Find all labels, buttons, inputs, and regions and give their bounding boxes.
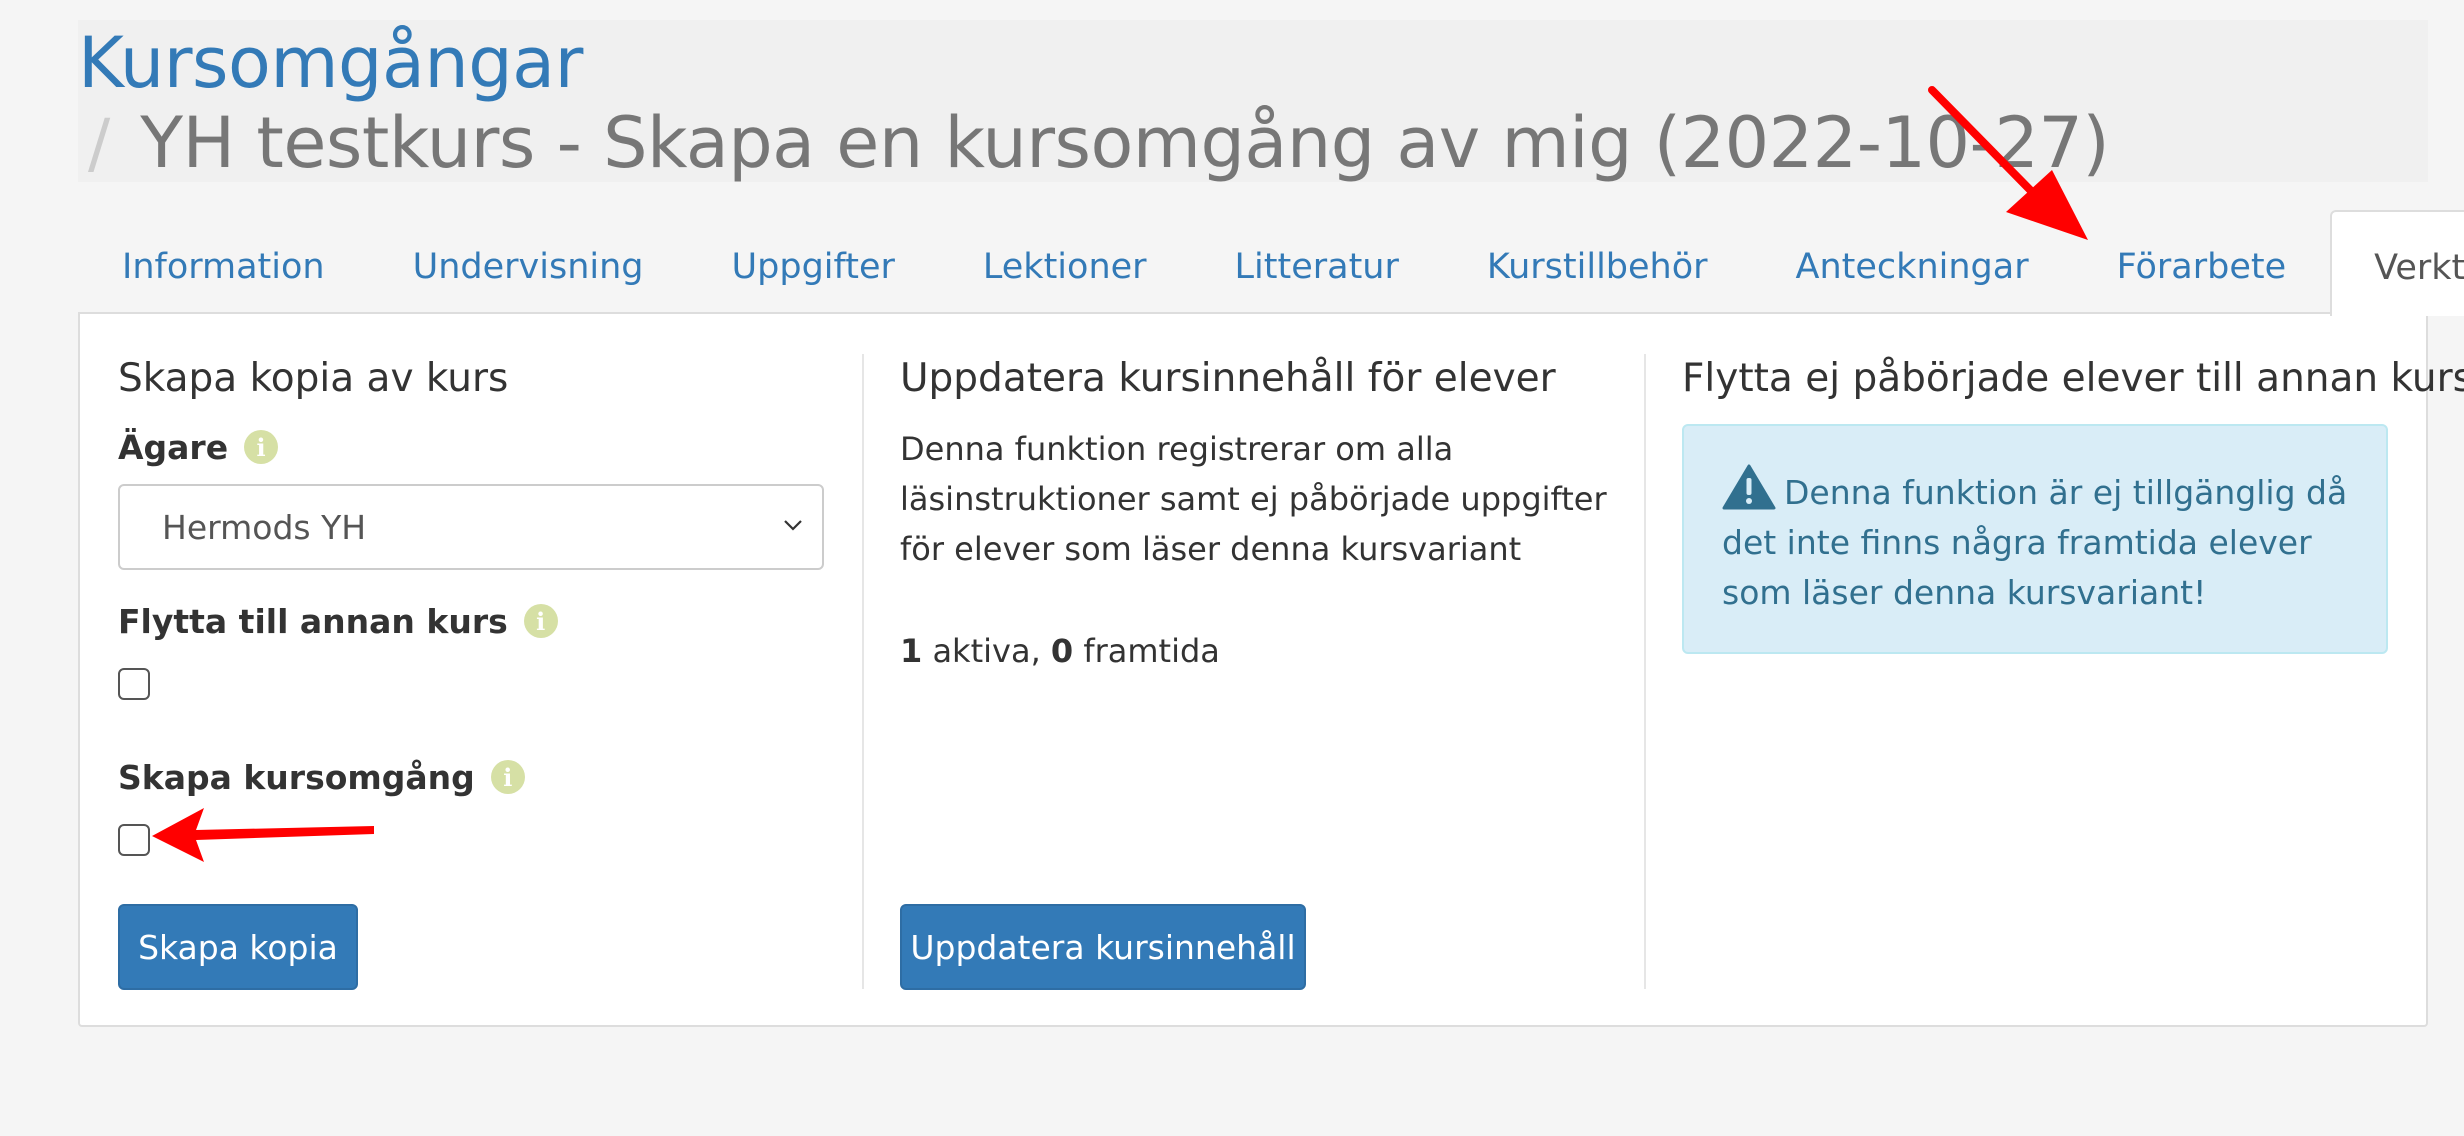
update-content-button[interactable]: Uppdatera kursinnehåll [900, 904, 1306, 990]
update-section-title: Uppdatera kursinnehåll för elever [900, 356, 1556, 401]
owner-label-row: Ägare i [118, 424, 279, 470]
tab-uppgifter[interactable]: Uppgifter [688, 210, 939, 314]
copy-section-title: Skapa kopia av kurs [118, 356, 509, 401]
update-content-section: Uppdatera kursinnehåll för elever Denna … [900, 314, 1620, 1025]
info-icon[interactable]: i [244, 430, 279, 464]
create-round-label: Skapa kursomgång [118, 757, 475, 797]
info-icon[interactable]: i [490, 760, 525, 794]
move-label: Flytta till annan kurs [118, 601, 508, 641]
breadcrumb-separator: / [88, 104, 111, 182]
create-round-label-row: Skapa kursomgång i [118, 754, 525, 800]
create-round-checkbox[interactable] [118, 824, 150, 856]
tab-undervisning[interactable]: Undervisning [369, 210, 688, 314]
active-count: 1 [900, 632, 923, 670]
tab-lektioner[interactable]: Lektioner [939, 210, 1191, 314]
tab-forarbete[interactable]: Förarbete [2073, 210, 2331, 314]
create-copy-button[interactable]: Skapa kopia [118, 904, 358, 990]
alert-text: Denna funktion är ej tillgänglig då det … [1722, 473, 2348, 612]
tab-information[interactable]: Information [78, 210, 369, 314]
copy-course-section: Skapa kopia av kurs Ägare i Hermods YH F… [118, 314, 828, 1025]
page-title: Kursomgångar [78, 22, 583, 104]
move-label-row: Flytta till annan kurs i [118, 598, 558, 644]
owner-label: Ägare [118, 427, 229, 467]
future-count: 0 [1050, 632, 1074, 670]
owner-select-value: Hermods YH [162, 507, 367, 547]
tab-bar: Information Undervisning Uppgifter Lekti… [78, 210, 2464, 316]
chevron-down-icon [784, 520, 802, 531]
breadcrumb: / YH testkurs - Skapa en kursomgång av m… [88, 98, 2110, 188]
column-divider [862, 354, 864, 989]
column-divider [1644, 354, 1646, 989]
move-students-section: Flytta ej påbörjade elever till annan ku… [1682, 314, 2464, 1025]
owner-select[interactable]: Hermods YH [118, 484, 824, 570]
breadcrumb-current: YH testkurs - Skapa en kursomgång av mig… [140, 102, 2110, 184]
future-text: framtida [1073, 632, 1220, 670]
tab-verktyg[interactable]: Verktyg [2330, 210, 2464, 316]
tab-litteratur[interactable]: Litteratur [1191, 210, 1443, 314]
tab-kurstillbehor[interactable]: Kurstillbehör [1443, 210, 1752, 314]
warning-icon [1722, 464, 1776, 510]
student-counts: 1 aktiva, 0 framtida [900, 626, 1220, 676]
tools-panel: Skapa kopia av kurs Ägare i Hermods YH F… [78, 312, 2464, 1027]
active-text: aktiva, [922, 632, 1051, 670]
move-checkbox[interactable] [118, 668, 150, 700]
move-section-title: Flytta ej påbörjade elever till annan ku… [1682, 356, 2464, 401]
update-description: Denna funktion registrerar om alla läsin… [900, 430, 1607, 568]
tab-anteckningar[interactable]: Anteckningar [1752, 210, 2073, 314]
unavailable-alert: Denna funktion är ej tillgänglig då det … [1682, 424, 2388, 654]
info-icon[interactable]: i [523, 604, 558, 638]
